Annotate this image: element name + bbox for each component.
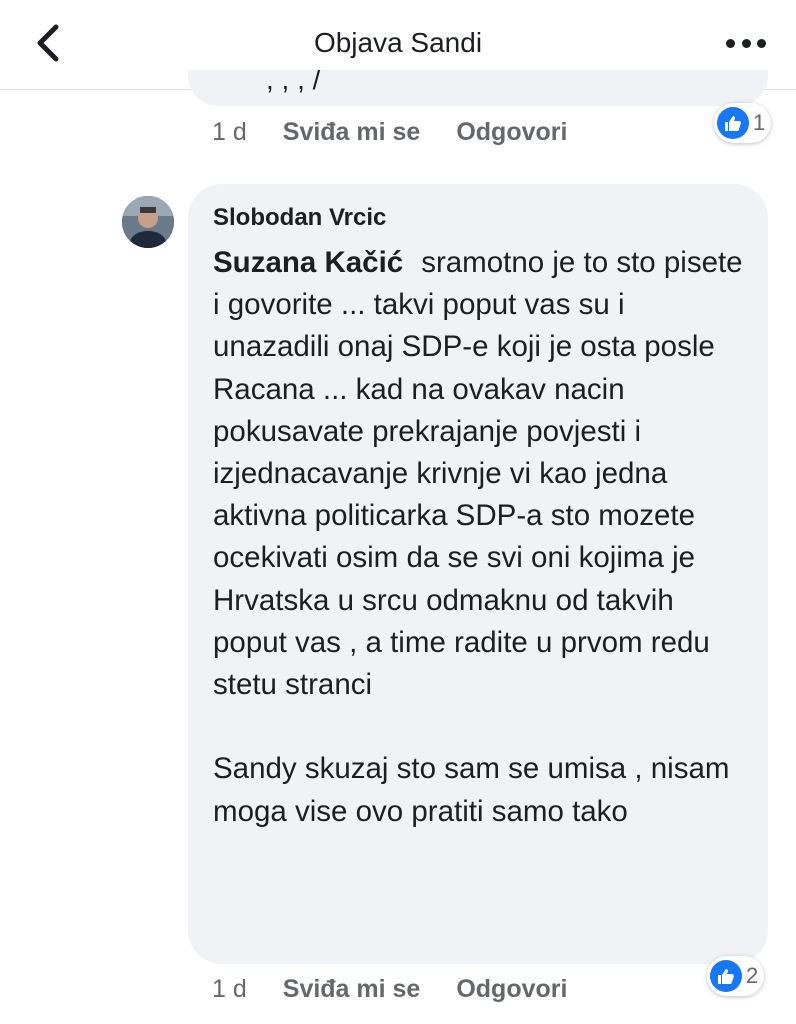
previous-comment-text: , , , / — [266, 70, 321, 95]
like-icon — [710, 960, 742, 992]
comment-actions: 1 d Sviđa mi se Odgovori — [212, 971, 567, 1007]
page-title: Objava Sandi — [313, 27, 483, 58]
comment-text: Suzana Kačić sramotno je to sto pisete i … — [213, 242, 746, 833]
comment-body: sramotno je to sto pisete i govorite ...… — [213, 246, 743, 702]
reaction-count: 1 — [753, 110, 766, 135]
more-dots-icon — [726, 38, 735, 48]
reply-button[interactable]: Odgovori — [456, 975, 567, 1004]
chevron-left-icon — [37, 24, 59, 62]
reaction-count: 2 — [746, 963, 759, 988]
like-icon — [717, 107, 749, 139]
mention-link[interactable]: Suzana Kačić — [213, 246, 403, 279]
previous-comment-actions: 1 d Sviđa mi se Odgovori — [212, 114, 567, 150]
more-dots-icon — [741, 38, 751, 48]
like-button[interactable]: Sviđa mi se — [283, 975, 421, 1004]
reaction-summary[interactable]: 1 — [714, 103, 772, 143]
comment-bubble: Slobodan Vrcic Suzana Kačić sramotno je t… — [188, 184, 768, 964]
comment-body-second-paragraph: Sandy skuzaj sto sam se umisa , nisam mo… — [213, 752, 730, 828]
avatar[interactable] — [122, 196, 174, 248]
back-button[interactable] — [28, 18, 72, 68]
comment-timestamp[interactable]: 1 d — [212, 975, 247, 1004]
more-options-button[interactable] — [722, 28, 770, 58]
reaction-summary[interactable]: 2 — [707, 956, 765, 996]
more-dots-icon — [757, 38, 766, 48]
like-button[interactable]: Sviđa mi se — [283, 118, 421, 147]
comment-timestamp[interactable]: 1 d — [212, 118, 247, 147]
comment-author[interactable]: Slobodan Vrcic — [213, 204, 746, 232]
previous-comment-bubble: , , , / — [188, 70, 768, 106]
reply-button[interactable]: Odgovori — [456, 118, 567, 147]
